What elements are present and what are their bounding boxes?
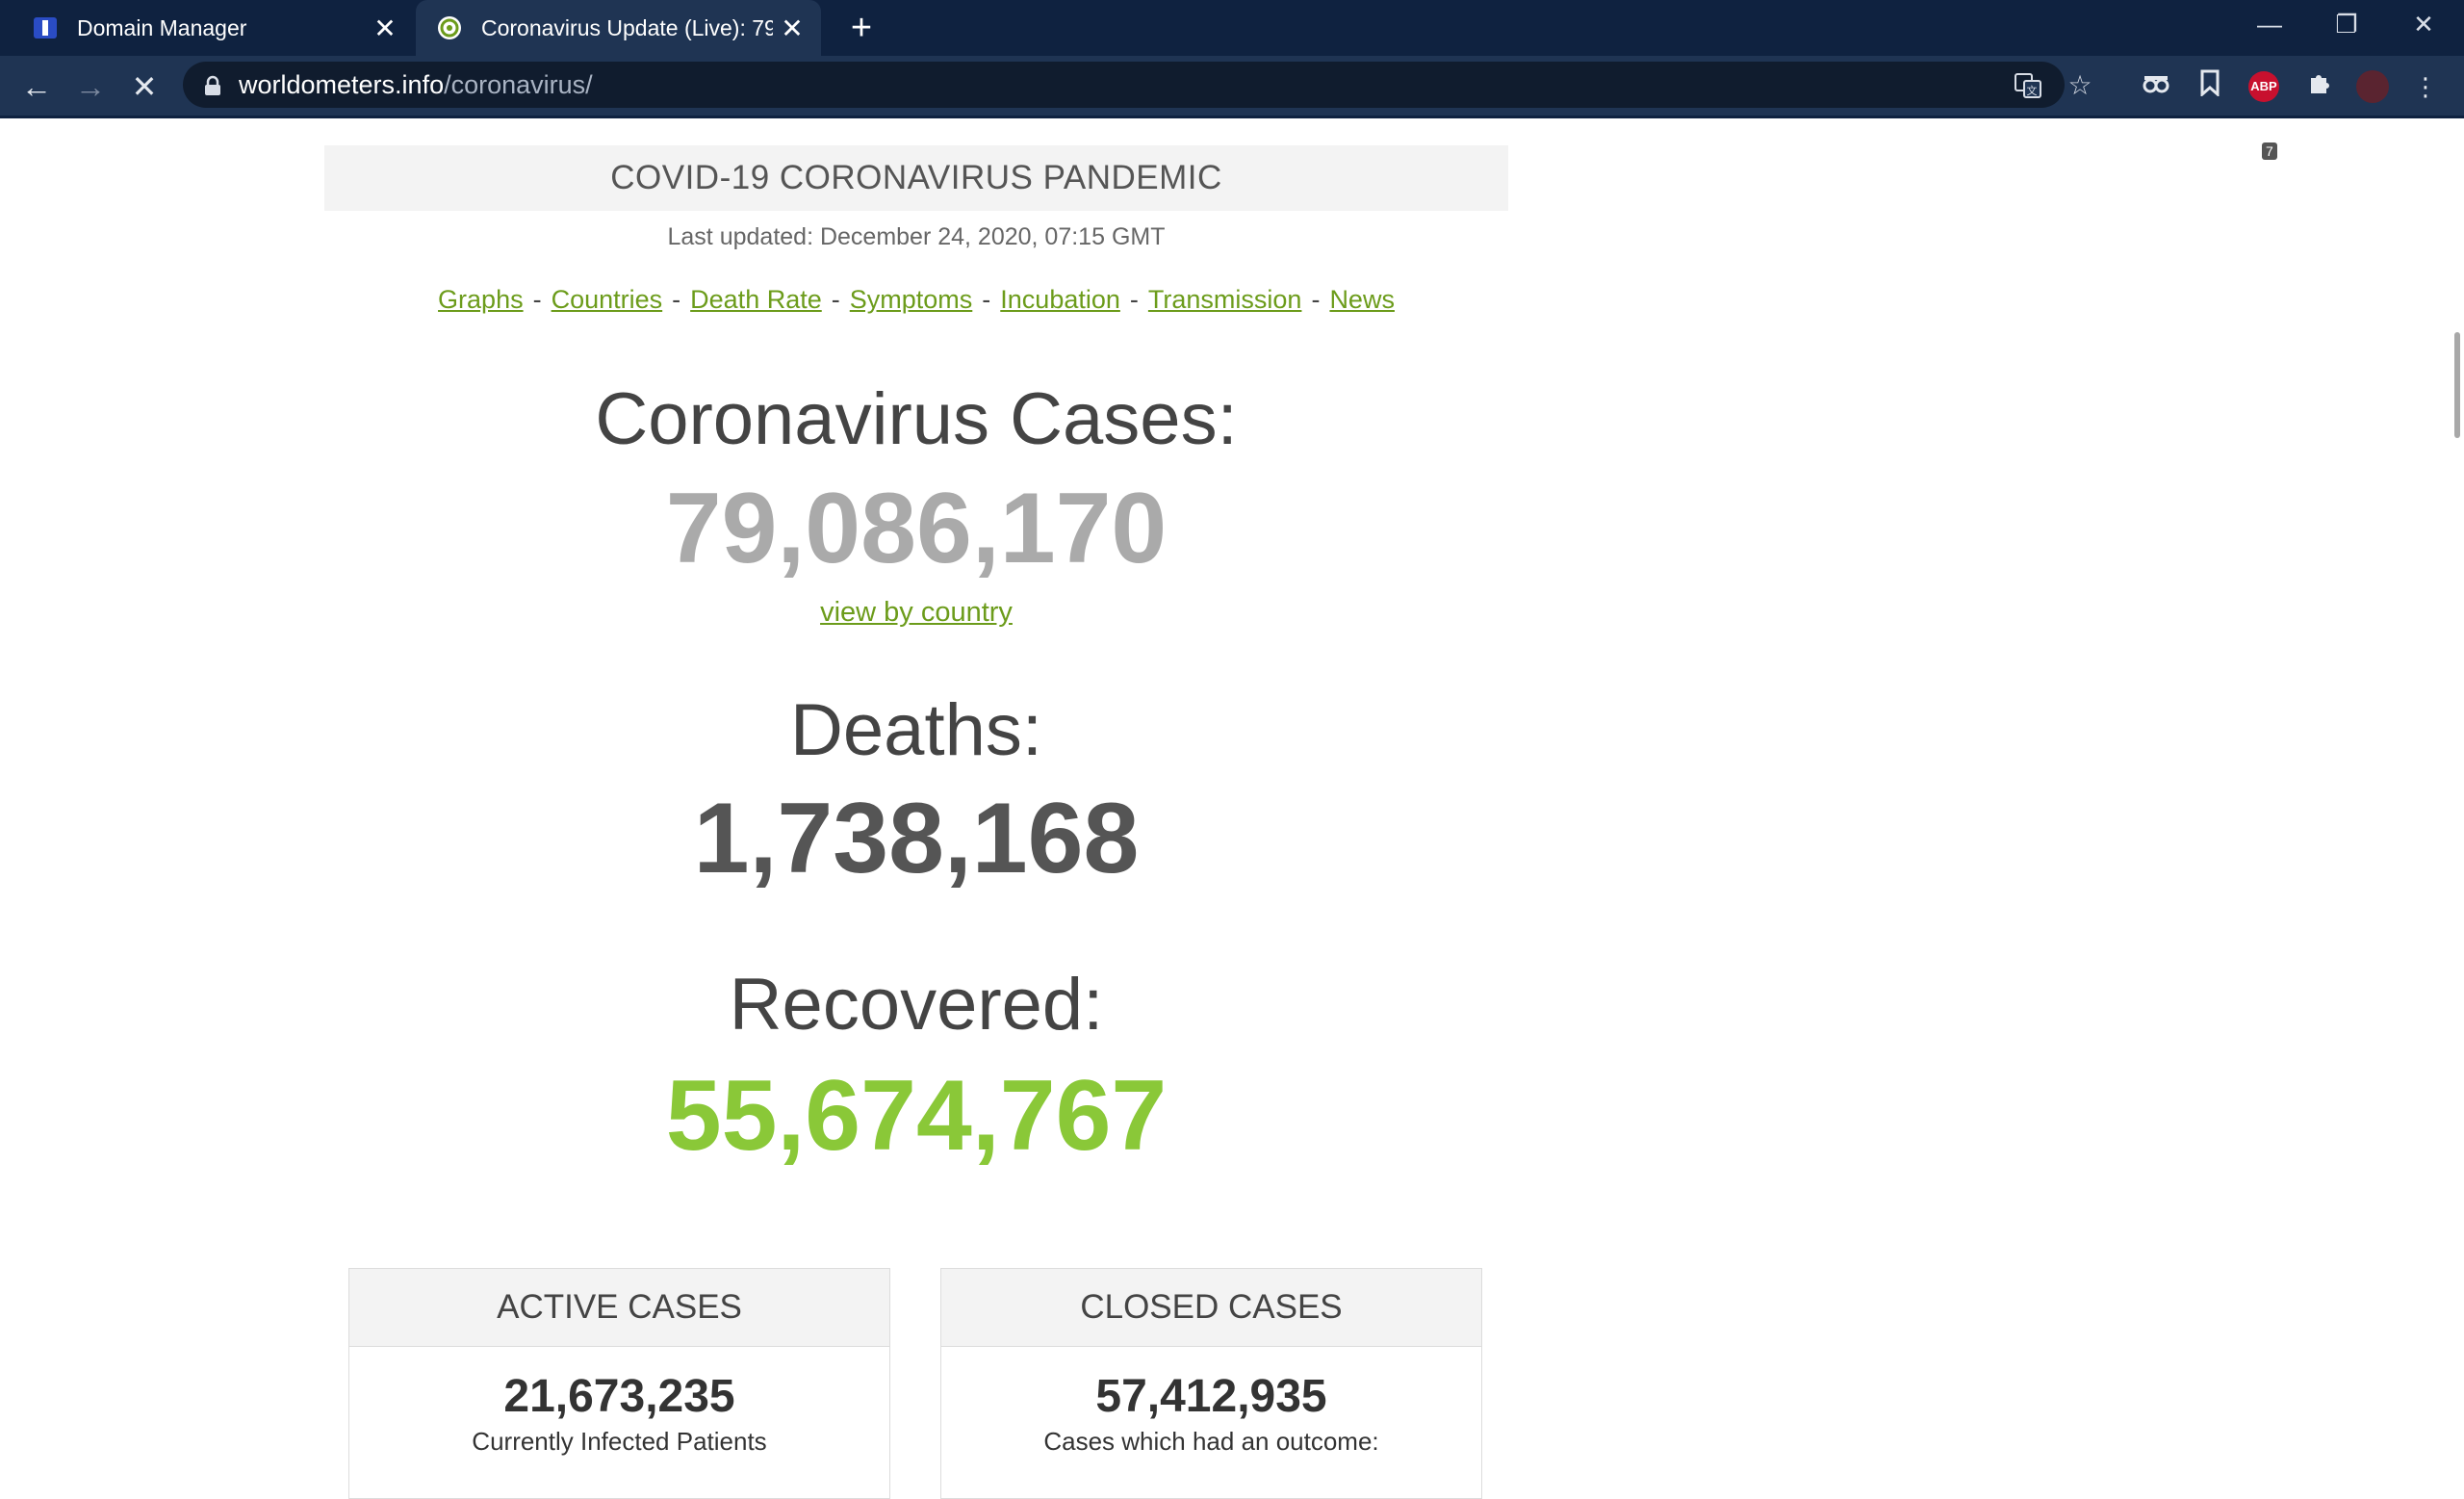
- section-nav: Graphs - Countries - Death Rate - Symptoms - Inc…: [438, 285, 1395, 314]
- closed-cases-title: CLOSED CASES: [941, 1269, 1481, 1347]
- extension-spy-icon[interactable]: [2139, 69, 2173, 104]
- adblock-count-badge: 7: [2262, 142, 2277, 160]
- close-tab-icon[interactable]: ✕: [773, 13, 811, 44]
- last-updated-text: Last updated: December 24, 2020, 07:15 G…: [667, 223, 1166, 250]
- address-bar[interactable]: worldometers.info/coronavirus/ 文 ☆: [183, 62, 2092, 108]
- lock-icon[interactable]: [202, 75, 223, 96]
- nav-link-symptoms[interactable]: Symptoms: [850, 285, 973, 314]
- browser-toolbar: ← → ✕ worldometers.info/coronavirus/ 文 ☆…: [0, 56, 2464, 160]
- active-cases-title: ACTIVE CASES: [349, 1269, 889, 1347]
- nav-link-transmission[interactable]: Transmission: [1148, 285, 1302, 314]
- url-text[interactable]: worldometers.info/coronavirus/: [239, 62, 593, 108]
- profile-avatar[interactable]: [2356, 70, 2389, 103]
- recovered-label: Recovered:: [729, 964, 1104, 1046]
- new-tab-button[interactable]: +: [839, 6, 884, 50]
- close-tab-icon[interactable]: ✕: [366, 13, 404, 44]
- close-window-icon[interactable]: ✕: [2385, 0, 2462, 48]
- bookmark-star-icon[interactable]: ☆: [2066, 71, 2094, 100]
- deaths-count: 1,738,168: [693, 783, 1140, 894]
- active-cases-panel: ACTIVE CASES 21,673,235 Currently Infect…: [348, 1268, 890, 1499]
- cases-count: 79,086,170: [665, 473, 1168, 584]
- closed-cases-subtitle: Cases which had an outcome:: [1043, 1427, 1379, 1456]
- stop-loading-icon[interactable]: ✕: [121, 64, 167, 110]
- minimize-icon[interactable]: —: [2231, 0, 2308, 48]
- domain-manager-icon: [34, 17, 57, 39]
- cases-label: Coronavirus Cases:: [595, 378, 1238, 460]
- view-by-country-link[interactable]: view by country: [820, 597, 1013, 628]
- tab-coronavirus-update[interactable]: Coronavirus Update (Live): 79, ✕: [416, 0, 821, 56]
- tab-domain-manager[interactable]: Domain Manager ✕: [0, 0, 414, 56]
- page-title: COVID-19 CORONAVIRUS PANDEMIC: [324, 145, 1508, 211]
- tab-title: Domain Manager: [77, 14, 247, 40]
- nav-link-graphs[interactable]: Graphs: [438, 285, 524, 314]
- closed-cases-count: 57,412,935: [1095, 1371, 1327, 1422]
- worldometers-icon: [438, 16, 461, 39]
- forward-icon[interactable]: →: [67, 64, 114, 110]
- adblock-plus-icon[interactable]: ABP: [2248, 71, 2279, 102]
- page-scrollbar[interactable]: [2454, 332, 2460, 438]
- active-cases-subtitle: Currently Infected Patients: [472, 1427, 767, 1456]
- translate-icon[interactable]: 文: [2012, 71, 2044, 100]
- bookmark-manager-icon[interactable]: [2193, 69, 2227, 104]
- restore-icon[interactable]: ❐: [2308, 0, 2385, 48]
- tab-title: Coronavirus Update (Live): 79,: [481, 14, 773, 40]
- recovered-count: 55,674,767: [665, 1060, 1168, 1172]
- nav-link-countries[interactable]: Countries: [552, 285, 663, 314]
- deaths-label: Deaths:: [790, 689, 1042, 771]
- nav-link-death-rate[interactable]: Death Rate: [690, 285, 822, 314]
- back-icon[interactable]: ←: [13, 64, 60, 110]
- tab-strip: Domain Manager ✕ Coronavirus Update (Liv…: [0, 0, 2464, 56]
- closed-cases-panel: CLOSED CASES 57,412,935 Cases which had …: [940, 1268, 1482, 1499]
- browser-menu-icon[interactable]: ⋮: [2408, 69, 2443, 104]
- active-cases-count: 21,673,235: [503, 1371, 735, 1422]
- svg-text:文: 文: [2027, 84, 2038, 97]
- view-by-country-link-wrapper: view by country: [324, 597, 1508, 629]
- nav-link-incubation[interactable]: Incubation: [1000, 285, 1120, 314]
- extensions-puzzle-icon[interactable]: [2302, 69, 2337, 104]
- nav-link-news[interactable]: News: [1329, 285, 1395, 314]
